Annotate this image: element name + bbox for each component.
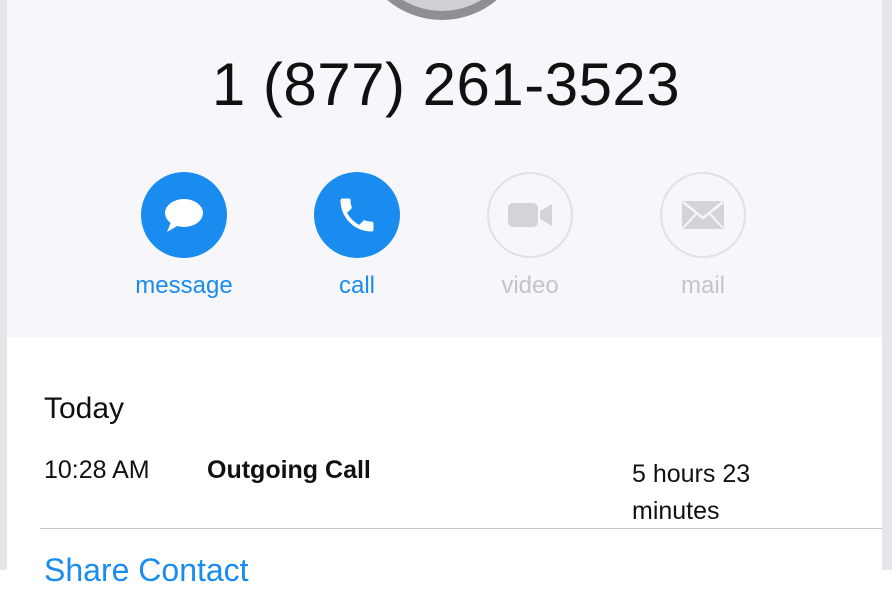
share-contact-link[interactable]: Share Contact [44,552,249,589]
row-divider [40,528,882,529]
message-button-circle[interactable] [141,172,227,258]
call-duration: 5 hours 23 minutes [632,460,751,525]
call-label: call [338,272,375,299]
video-button-circle[interactable] [487,172,573,258]
phone-icon [340,198,374,232]
mail-label: mail [680,272,725,299]
envelope-icon [682,201,724,229]
call-button-circle[interactable] [314,172,400,258]
video-camera-icon [508,203,552,227]
video-label: video [501,272,559,299]
call-time: 10:28 AM [44,456,150,484]
message-button[interactable]: message [124,172,244,300]
call-type: Outgoing Call [207,456,371,484]
history-heading: Today [44,392,125,425]
video-button[interactable]: video [470,172,590,300]
mail-button-circle[interactable] [660,172,746,258]
speech-bubble-icon [165,199,203,232]
message-label: message [135,272,233,299]
mail-button[interactable]: mail [643,172,763,300]
call-button[interactable]: call [297,172,417,300]
phone-number: 1 (877) 261-3523 [211,51,681,118]
call-history-section [7,337,882,570]
